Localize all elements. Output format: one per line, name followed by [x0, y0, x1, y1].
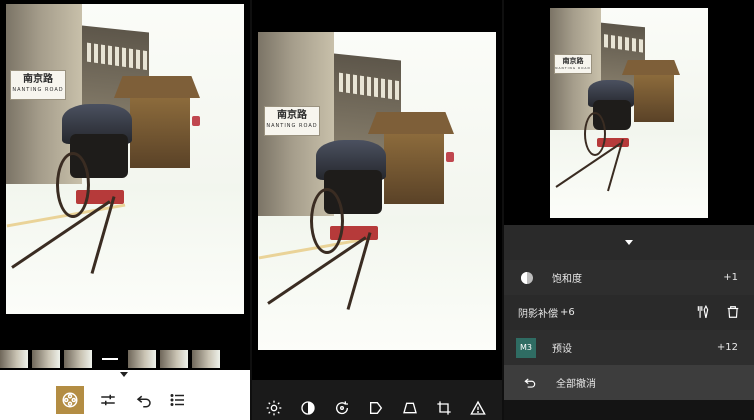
brightness-icon: [266, 400, 282, 416]
photo-preview: 南京路 NANTING ROAD: [6, 4, 244, 314]
editor-screen-stack: 南京路 NANTING ROAD 饱和度 +1 阴影补偿 +6 M3 预设 +1…: [504, 0, 754, 420]
contrast-button[interactable]: [298, 398, 318, 418]
sign-chinese-text: 南京路: [23, 74, 53, 85]
stall-roof: [114, 76, 200, 98]
rickshaw-wheel: [584, 112, 606, 156]
stack-row-label: 阴影补偿: [518, 309, 558, 320]
filmstrip-thumb[interactable]: [160, 350, 188, 368]
rickshaw-wheel: [56, 152, 90, 218]
rotate-icon: [336, 401, 349, 415]
stall-roof: [622, 60, 680, 75]
app-screens: 南京路 NANTING ROAD 南京路 NANTING ROAD 南京路 NA…: [0, 0, 754, 420]
filmstrip-thumb-selected[interactable]: [96, 350, 124, 368]
trash-icon[interactable]: [726, 305, 740, 319]
warning-icon: [470, 400, 486, 415]
crop-button[interactable]: [434, 398, 454, 418]
caret-down-icon[interactable]: [625, 240, 633, 245]
photo-preview: 南京路 NANTING ROAD: [550, 8, 708, 218]
stack-row-value: +6: [560, 307, 575, 318]
stack-row-shadows[interactable]: 阴影补偿 +6: [504, 295, 754, 330]
preset-badge-text: M3: [516, 337, 536, 358]
filmstrip-thumb[interactable]: [128, 350, 156, 368]
sign-english-text: NANTING ROAD: [12, 87, 64, 93]
editor-screen-transform: 南京路 NANTING ROAD: [252, 0, 502, 420]
bottom-toolbar: [0, 370, 250, 420]
perspective-icon: [370, 402, 383, 414]
rickshaw-wheel: [310, 188, 344, 254]
stack-row-label: 饱和度: [552, 274, 582, 285]
photo-preview: 南京路 NANTING ROAD: [258, 32, 496, 350]
filmstrip-thumb[interactable]: [64, 350, 92, 368]
stack-row-label: 全部撤消: [556, 379, 596, 390]
looks-button[interactable]: [56, 386, 84, 414]
trapezoid-icon: [403, 402, 417, 414]
saturation-icon: [519, 270, 535, 286]
street-sign: 南京路 NANTING ROAD: [554, 54, 592, 74]
lantern: [446, 152, 454, 162]
undo-button[interactable]: [130, 386, 158, 414]
stack-row-undo-all[interactable]: 全部撤消: [504, 365, 754, 400]
stack-row-preset[interactable]: M3 预设 +12: [504, 330, 754, 365]
crop-icon: [437, 401, 451, 415]
sign-english-text: NANTING ROAD: [555, 65, 591, 70]
rotate-button[interactable]: [332, 398, 352, 418]
stall-body: [130, 98, 190, 168]
filmstrip-thumb[interactable]: [32, 350, 60, 368]
stack-row-label: 预设: [552, 344, 572, 355]
sign-english-text: NANTING ROAD: [266, 123, 318, 129]
filmstrip-thumb[interactable]: [0, 350, 28, 368]
film-reel-icon: [62, 392, 78, 408]
lantern: [192, 116, 200, 126]
undo-icon: [136, 395, 151, 408]
brush-icon[interactable]: [696, 304, 710, 319]
stall-body: [384, 134, 444, 204]
undo-icon: [522, 375, 538, 391]
list-icon: [170, 394, 184, 406]
list-button[interactable]: [164, 386, 192, 414]
filmstrip: [0, 348, 250, 370]
stack-row-value: +12: [716, 342, 738, 353]
sliders-icon: [101, 394, 115, 406]
preset-badge: M3: [516, 337, 536, 358]
perspective-button[interactable]: [366, 398, 386, 418]
street-sign: 南京路 NANTING ROAD: [10, 70, 66, 100]
contrast-icon: [301, 401, 315, 415]
brightness-button[interactable]: [264, 398, 284, 418]
adjust-button[interactable]: [94, 386, 122, 414]
warning-button[interactable]: [468, 398, 488, 418]
caret-down-icon[interactable]: [120, 372, 128, 377]
sign-chinese-text: 南京路: [562, 56, 584, 65]
stall-roof: [368, 112, 454, 134]
street-sign: 南京路 NANTING ROAD: [264, 106, 320, 136]
stall-body: [634, 75, 674, 122]
stack-row-saturation[interactable]: 饱和度 +1: [504, 260, 754, 295]
stack-row-value: +1: [723, 272, 738, 283]
editor-screen-looks: 南京路 NANTING ROAD: [0, 0, 250, 420]
filmstrip-thumb[interactable]: [192, 350, 220, 368]
trapezoid-button[interactable]: [400, 398, 420, 418]
sign-chinese-text: 南京路: [277, 110, 307, 121]
